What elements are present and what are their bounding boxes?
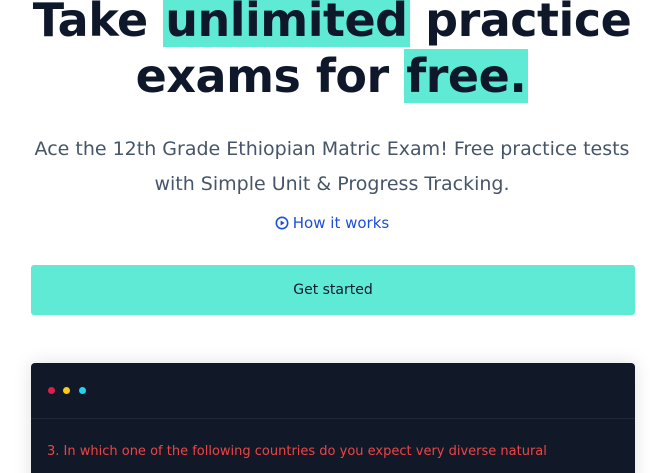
window-dot-red-icon — [48, 387, 55, 394]
how-it-works-label: How it works — [292, 214, 390, 232]
get-started-button[interactable]: Get started — [31, 265, 635, 315]
landing-page: Take unlimited practice exams for free. … — [0, 0, 664, 473]
window-dot-cyan-icon — [79, 387, 86, 394]
hero-subtitle: Ace the 12th Grade Ethiopian Matric Exam… — [30, 132, 634, 202]
title-text-exams: exams for — [135, 49, 405, 103]
title-highlight-unlimited: unlimited — [163, 0, 410, 47]
play-circle-icon — [275, 216, 289, 230]
title-text-practice: practice — [409, 0, 632, 47]
window-dot-yellow-icon — [63, 387, 70, 394]
subtitle-line-1: Ace the 12th Grade Ethiopian Matric Exam… — [34, 138, 630, 160]
how-it-works-link[interactable]: How it works — [0, 212, 664, 234]
title-text-take: Take — [32, 0, 164, 47]
subtitle-line-2: with Simple Unit & Progress Tracking. — [154, 173, 510, 195]
question-text: 3. In which one of the following countri… — [47, 444, 547, 459]
window-titlebar — [31, 363, 635, 419]
hero-title: Take unlimited practice exams for free. — [0, 0, 664, 104]
exam-preview-window: 3. In which one of the following countri… — [31, 363, 635, 473]
title-highlight-free: free. — [404, 49, 529, 103]
